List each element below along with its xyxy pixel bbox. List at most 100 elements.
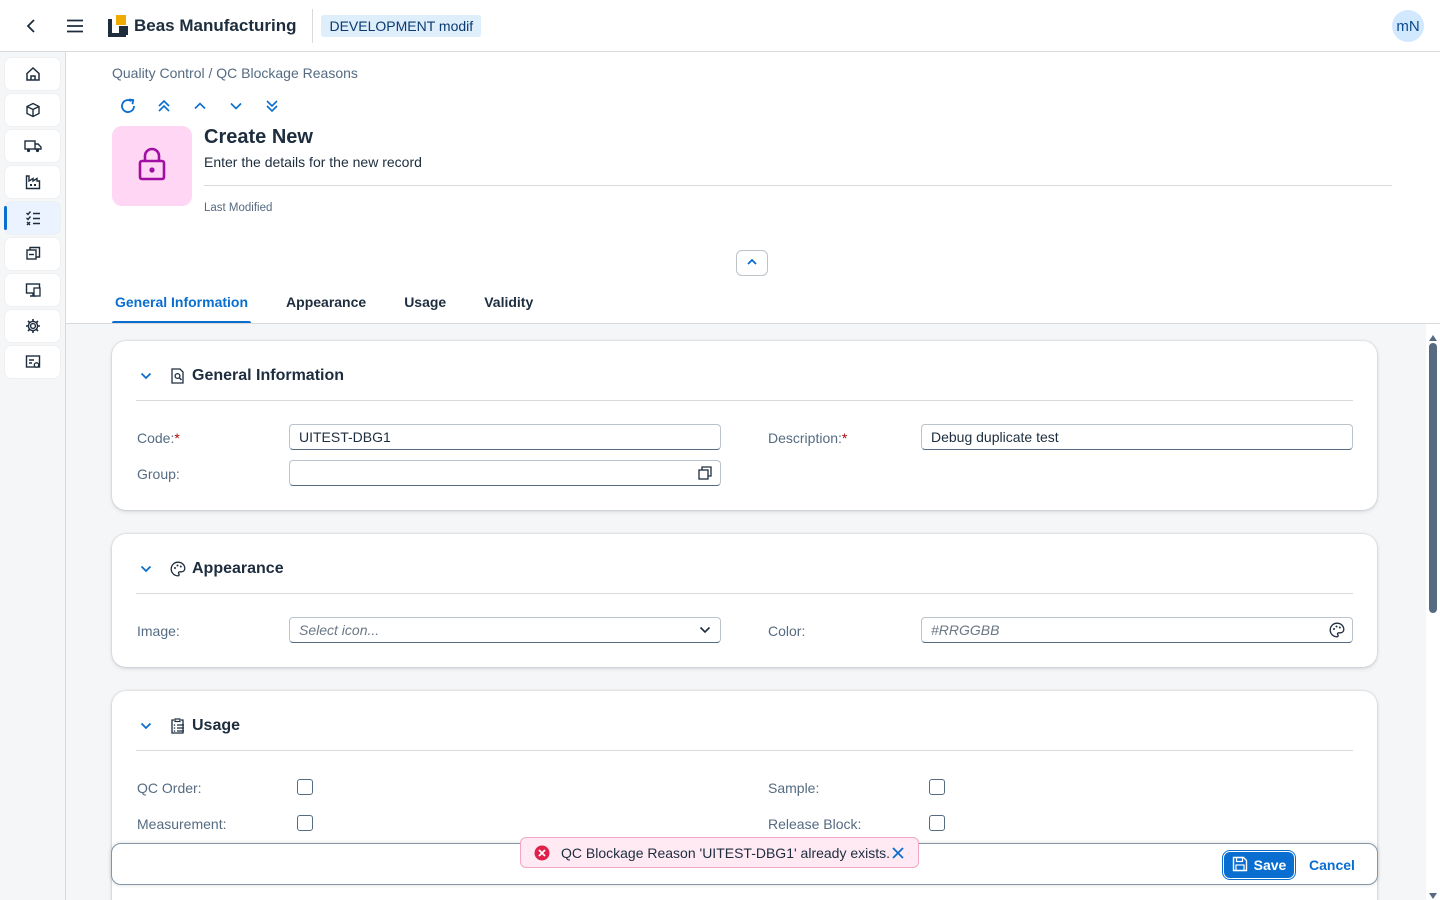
appearance-card: Appearance Image: Select icon... Color: … — [112, 534, 1377, 667]
code-label: Code:* — [137, 430, 180, 446]
nav-cube-icon[interactable] — [5, 94, 60, 126]
save-icon — [1232, 856, 1248, 875]
record-navigation — [118, 96, 282, 116]
object-avatar — [112, 126, 192, 206]
previous-record-icon[interactable] — [190, 96, 210, 116]
breadcrumb-separator: / — [204, 65, 217, 81]
scroll-down-arrow-icon[interactable] — [1428, 887, 1438, 899]
appearance-header: Appearance — [136, 558, 284, 580]
header-divider-line — [204, 185, 1392, 186]
side-navigation — [0, 52, 66, 900]
tab-usage[interactable]: Usage — [401, 288, 449, 324]
environment-badge: DEVELOPMENT modif — [321, 14, 482, 37]
nav-checklist-icon[interactable] — [4, 202, 60, 234]
app-logo-icon — [106, 13, 132, 39]
last-modified-label: Last Modified — [204, 202, 273, 214]
description-value: Debug duplicate test — [931, 429, 1059, 445]
description-label-text: Description: — [768, 430, 842, 446]
chevron-down-icon[interactable] — [136, 559, 156, 579]
save-button[interactable]: Save — [1222, 850, 1296, 880]
color-placeholder: #RRGGBB — [931, 622, 1000, 638]
lock-icon — [136, 146, 168, 187]
code-label-text: Code: — [137, 430, 175, 446]
palette-icon — [170, 561, 186, 577]
release-block-checkbox[interactable] — [929, 815, 945, 831]
page-subtitle: Enter the details for the new record — [204, 154, 422, 170]
nav-gear-icon[interactable] — [5, 310, 60, 342]
scrollbar-thumb[interactable] — [1429, 343, 1437, 613]
measurement-label: Measurement: — [137, 816, 227, 832]
clipboard-list-icon — [170, 718, 186, 734]
breadcrumb-link-qc-blockage-reasons[interactable]: QC Blockage Reasons — [216, 65, 358, 81]
required-marker: * — [841, 430, 848, 446]
general-information-title: General Information — [192, 367, 345, 384]
cancel-button[interactable]: Cancel — [1306, 852, 1358, 878]
vertical-scrollbar[interactable] — [1426, 324, 1440, 900]
user-avatar[interactable]: mN — [1392, 10, 1424, 42]
page-title: Create New — [204, 126, 313, 148]
description-label: Description:* — [768, 430, 847, 446]
last-record-icon[interactable] — [262, 96, 282, 116]
section-divider — [136, 750, 1353, 751]
content-area: General Information Code:* UITEST-DBG1 D… — [66, 324, 1426, 900]
section-divider — [136, 593, 1353, 594]
group-input[interactable] — [289, 460, 721, 486]
usage-header: Usage — [136, 715, 240, 737]
chevron-up-icon — [746, 254, 758, 272]
app-title: Beas Manufacturing — [134, 15, 297, 35]
color-input[interactable]: #RRGGBB — [921, 617, 1353, 643]
close-icon[interactable] — [890, 845, 906, 861]
shell-bar: Beas Manufacturing DEVELOPMENT modif mN — [0, 0, 1440, 52]
sample-checkbox[interactable] — [929, 779, 945, 795]
section-tabs: General Information Appearance Usage Val… — [112, 288, 568, 324]
chevron-down-icon[interactable] — [136, 716, 156, 736]
document-search-icon — [170, 368, 186, 384]
tab-appearance[interactable]: Appearance — [283, 288, 369, 324]
breadcrumb-link-quality-control[interactable]: Quality Control — [112, 65, 205, 81]
release-block-label: Release Block: — [768, 816, 862, 832]
scroll-up-arrow-icon[interactable] — [1428, 329, 1438, 341]
error-icon — [534, 845, 550, 861]
error-message-text: QC Blockage Reason 'UITEST-DBG1' already… — [561, 844, 891, 861]
nav-factory-icon[interactable] — [5, 166, 60, 198]
description-input[interactable]: Debug duplicate test — [921, 424, 1353, 450]
measurement-checkbox[interactable] — [297, 815, 313, 831]
back-icon[interactable] — [22, 16, 42, 36]
group-label: Group: — [137, 466, 180, 482]
next-record-icon[interactable] — [226, 96, 246, 116]
nav-truck-icon[interactable] — [5, 130, 60, 162]
tab-general-information[interactable]: General Information — [112, 288, 252, 324]
refresh-icon[interactable] — [118, 96, 138, 116]
tab-validity[interactable]: Validity — [481, 288, 536, 324]
code-value: UITEST-DBG1 — [299, 429, 391, 445]
general-information-card: General Information Code:* UITEST-DBG1 D… — [112, 341, 1377, 510]
qc-order-label: QC Order: — [137, 780, 202, 796]
image-placeholder: Select icon... — [299, 622, 380, 638]
first-record-icon[interactable] — [154, 96, 174, 116]
nav-product-icon[interactable] — [5, 238, 60, 270]
qc-order-checkbox[interactable] — [297, 779, 313, 795]
section-divider — [136, 400, 1353, 401]
required-marker: * — [174, 430, 180, 446]
menu-icon[interactable] — [64, 16, 86, 36]
general-information-header: General Information — [136, 365, 344, 387]
sample-label: Sample: — [768, 780, 820, 796]
nav-report-icon[interactable] — [5, 346, 60, 378]
chevron-down-icon[interactable] — [136, 366, 156, 386]
color-label: Color: — [768, 623, 806, 639]
error-message-toast: QC Blockage Reason 'UITEST-DBG1' already… — [520, 837, 919, 868]
image-select[interactable]: Select icon... — [289, 617, 721, 643]
appearance-title: Appearance — [192, 560, 284, 577]
usage-title: Usage — [192, 717, 241, 734]
image-label: Image: — [137, 623, 180, 639]
chevron-down-icon[interactable] — [697, 622, 713, 638]
breadcrumb: Quality Control / QC Blockage Reasons — [112, 65, 358, 81]
value-help-icon[interactable] — [697, 465, 713, 481]
palette-icon[interactable] — [1329, 622, 1345, 638]
header-divider — [312, 8, 314, 43]
collapse-header-button[interactable] — [736, 250, 768, 276]
save-label: Save — [1253, 857, 1287, 873]
nav-monitor-icon[interactable] — [5, 274, 60, 306]
code-input[interactable]: UITEST-DBG1 — [289, 424, 721, 450]
nav-home-icon[interactable] — [5, 58, 60, 90]
